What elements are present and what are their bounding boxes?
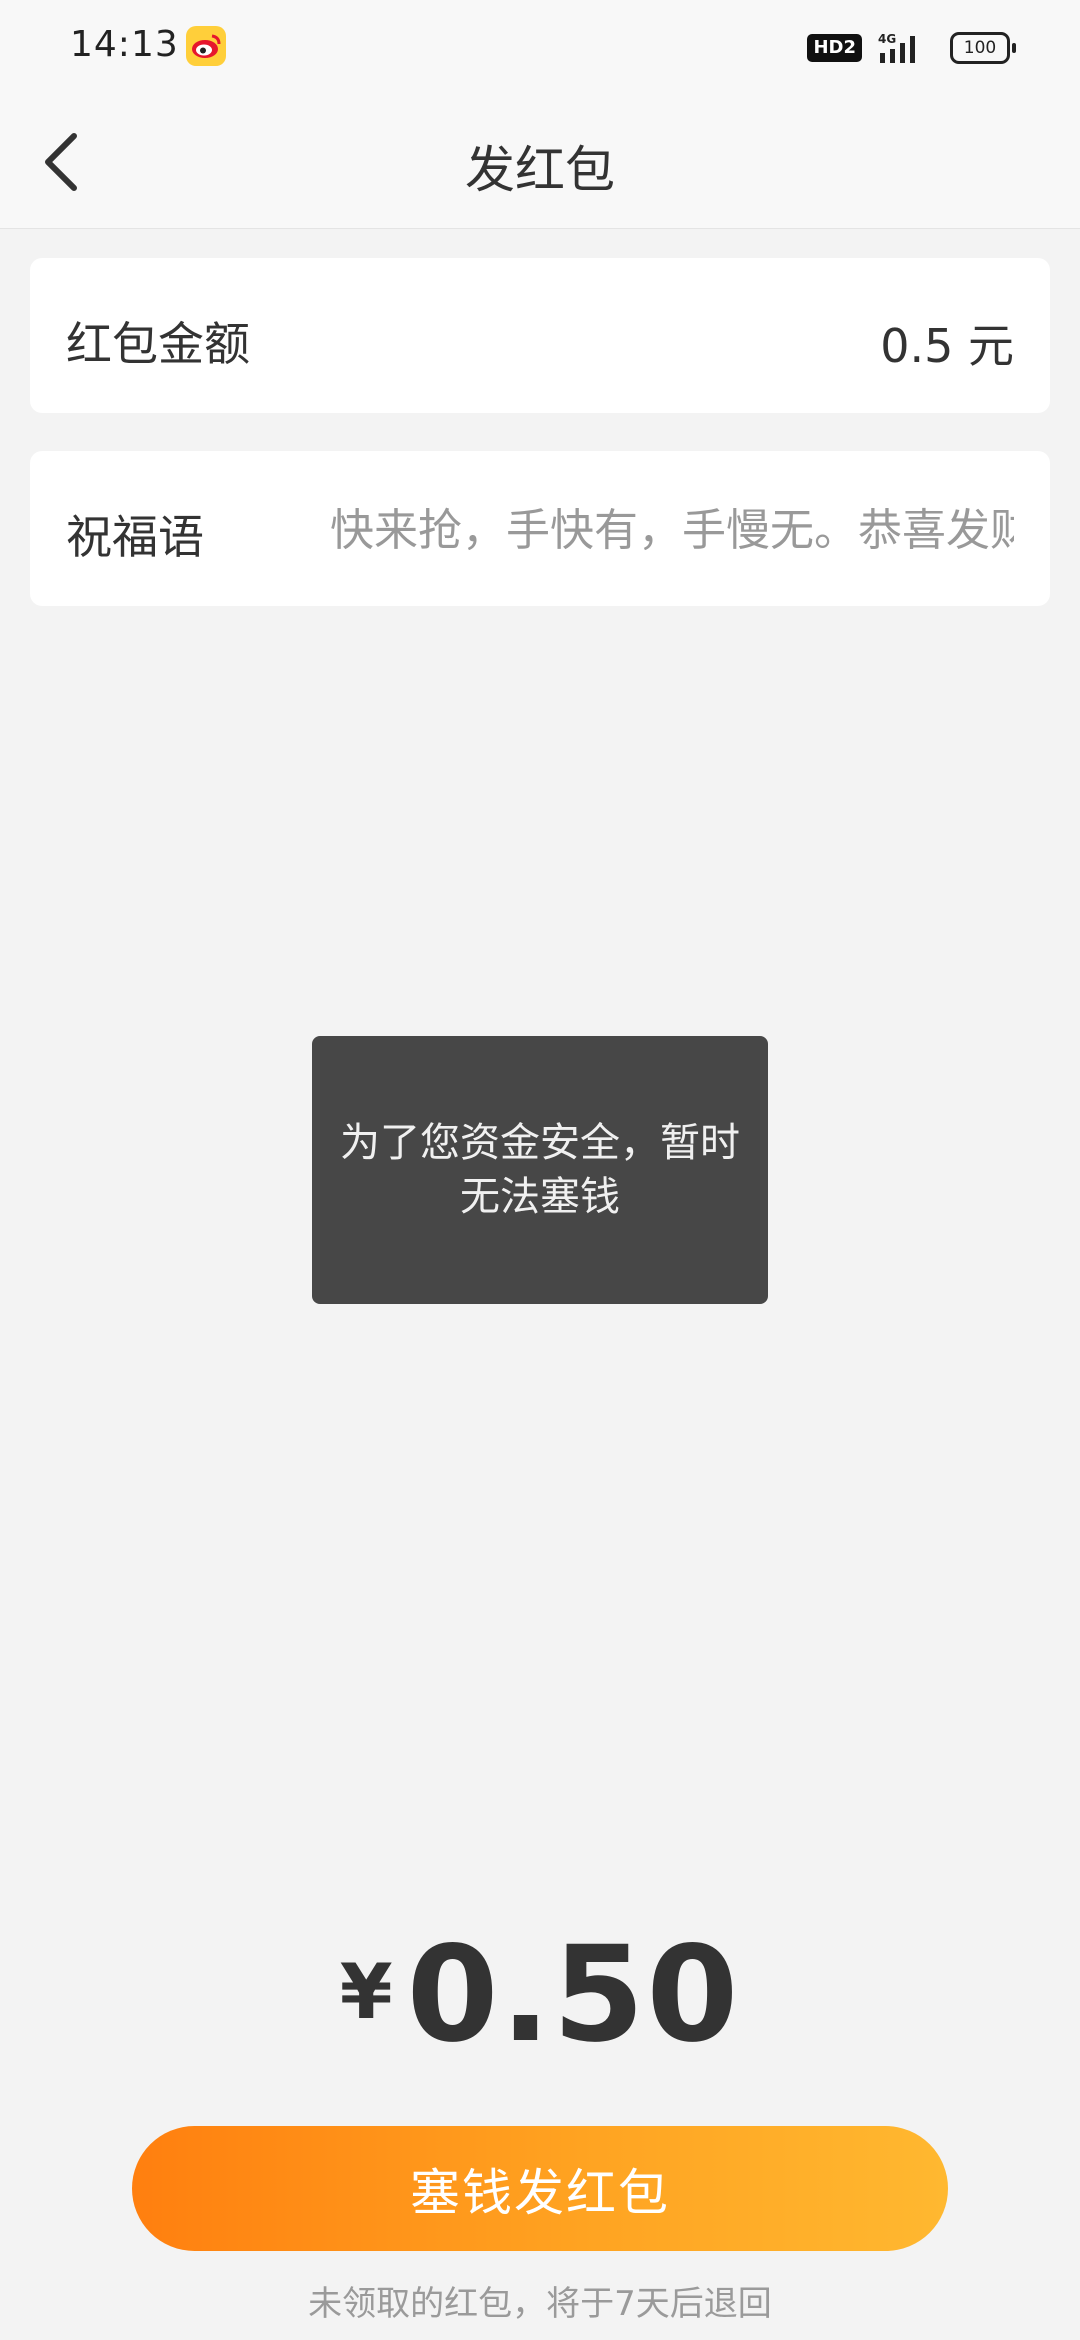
system-icons: HD2 4G 100 (807, 30, 1016, 66)
blessing-label: 祝福语 (66, 510, 204, 564)
svg-text:4G: 4G (878, 32, 896, 46)
toast-message: 为了您资金安全，暂时无法塞钱 (340, 1120, 740, 1220)
currency-symbol: ¥ (339, 1947, 393, 2036)
amount-card[interactable]: 红包金额 0.5 元 (30, 258, 1050, 413)
amount-label: 红包金额 (66, 317, 250, 371)
status-bar: 14:13 HD2 4G 100 (0, 0, 1080, 96)
hd-badge-icon: HD2 (807, 34, 862, 62)
page-title: 发红包 (465, 141, 615, 199)
battery-icon: 100 (950, 32, 1016, 64)
refund-note: 未领取的红包，将于7天后退回 (308, 2284, 772, 2324)
signal-icon: 4G (878, 32, 915, 63)
nav-bar: 发红包 (0, 96, 1080, 229)
blessing-card: 祝福语 (30, 451, 1050, 606)
amount-value: 0.5 元 (880, 319, 1014, 373)
send-red-packet-button[interactable]: 塞钱发红包 (132, 2126, 948, 2251)
weibo-icon (186, 26, 226, 66)
toast: 为了您资金安全，暂时无法塞钱 (312, 1036, 768, 1304)
total-amount-display: ¥0.50 (0, 1918, 1080, 2072)
status-time: 14:13 (70, 24, 179, 65)
total-amount: 0.50 (406, 1918, 741, 2072)
blessing-input[interactable] (330, 495, 1014, 565)
send-button-label: 塞钱发红包 (410, 2163, 670, 2222)
